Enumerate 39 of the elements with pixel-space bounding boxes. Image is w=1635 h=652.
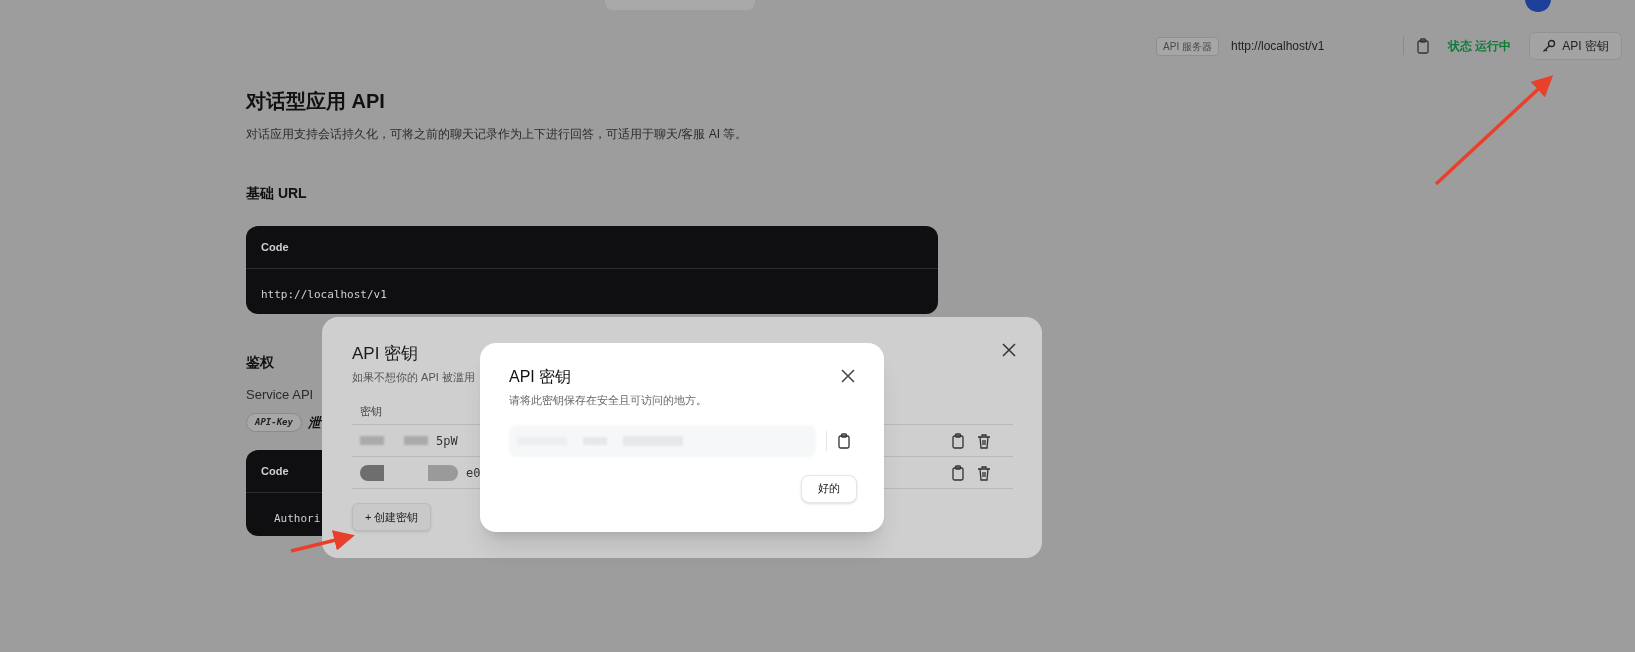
dialog-title: API 密钥 — [352, 343, 419, 365]
dialog-title: API 密钥 — [509, 367, 572, 387]
api-key-button[interactable]: API 密钥 — [1529, 32, 1622, 60]
create-key-button[interactable]: + 创建密钥 — [352, 503, 432, 531]
code-text: http://localhost/v1 — [261, 288, 387, 301]
redaction-mark — [428, 464, 458, 481]
code-header: Code — [261, 239, 289, 255]
page-title: 对话型应用 API — [246, 89, 386, 114]
dialog-message: 请将此密钥保存在安全且可访问的地方。 — [509, 393, 708, 408]
section-heading: 鉴权 — [246, 353, 274, 372]
redaction-mark — [360, 436, 384, 445]
code-header: Code — [261, 463, 289, 479]
dialog-subtitle: 如果不想你的 API 被滥用 — [352, 369, 475, 385]
section-heading: 基础 URL — [246, 184, 307, 203]
close-icon[interactable] — [841, 369, 855, 383]
ok-button[interactable]: 好的 — [801, 474, 857, 503]
key-icon — [1542, 39, 1557, 53]
clipboard-icon[interactable] — [837, 432, 851, 449]
clipboard-icon[interactable] — [951, 464, 965, 481]
trash-icon[interactable] — [977, 432, 991, 449]
arrow-annotation — [290, 530, 355, 553]
server-url: http://localhost/v1 — [1230, 38, 1326, 55]
clipboard-icon[interactable] — [951, 432, 965, 449]
column-header: 密钥 — [360, 403, 382, 419]
key-field[interactable] — [509, 424, 816, 457]
warning-text: 泄 — [307, 413, 321, 432]
server-label: API 服务器 — [1156, 36, 1219, 56]
api-key-value: e0 — [466, 464, 481, 482]
api-key-value: 5pW — [436, 432, 458, 450]
auth-text: Service API — [246, 386, 314, 404]
close-icon[interactable] — [1002, 343, 1016, 357]
trash-icon[interactable] — [977, 464, 991, 481]
api-key-tag: API-Key — [246, 412, 302, 432]
page-description: 对话应用支持会话持久化，可将之前的聊天记录作为上下进行回答，可适用于聊天/客服 AI 等。 — [246, 126, 749, 143]
redaction-mark — [404, 436, 428, 445]
code-text: Authori — [274, 512, 321, 525]
clipboard-icon[interactable] — [1415, 38, 1430, 54]
redaction-mark — [360, 464, 384, 481]
status-text: 状态 运行中 — [1447, 38, 1512, 55]
